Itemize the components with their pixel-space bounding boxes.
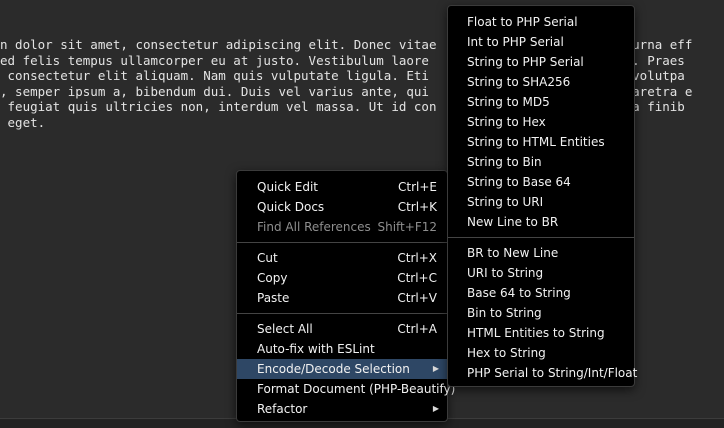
submenu-item-string-to-bin[interactable]: String to Bin [448,152,634,172]
menu-item-cut[interactable]: Cut Ctrl+X [237,248,447,268]
menu-item-shortcut: Ctrl+X [397,251,437,265]
submenu-item-php-serial-to-string[interactable]: PHP Serial to String/Int/Float [448,363,638,383]
submenu-item-br-to-new-line[interactable]: BR to New Line [448,243,634,263]
submenu-item-label: Bin to String [467,306,542,320]
menu-item-shortcut: Ctrl+E [398,180,437,194]
menu-item-label: Select All [257,322,313,336]
submenu-item-uri-to-string[interactable]: URI to String [448,263,634,283]
submenu-item-float-to-php-serial[interactable]: Float to PHP Serial [448,12,634,32]
menu-item-copy[interactable]: Copy Ctrl+C [237,268,447,288]
menu-item-label: Refactor [257,402,308,416]
submenu-item-new-line-to-br[interactable]: New Line to BR [448,212,634,232]
submenu-item-label: String to MD5 [467,95,550,109]
submenu-item-hex-to-string[interactable]: Hex to String [448,343,634,363]
menu-item-label: Quick Edit [257,180,318,194]
context-menu: Quick Edit Ctrl+E Quick Docs Ctrl+K Find… [236,170,455,422]
submenu-item-label: New Line to BR [467,215,559,229]
menu-item-label: Encode/Decode Selection [257,362,410,376]
menu-item-shortcut: Ctrl+K [397,200,437,214]
submenu-item-int-to-php-serial[interactable]: Int to PHP Serial [448,32,634,52]
menu-item-label: Find All References [257,220,371,234]
submenu-item-string-to-html-entities[interactable]: String to HTML Entities [448,132,634,152]
submenu-item-label: String to Bin [467,155,542,169]
submenu-item-label: String to Hex [467,115,546,129]
menu-item-label: Auto-fix with ESLint [257,342,375,356]
menu-item-encode-decode-selection[interactable]: Encode/Decode Selection ▶ [237,359,447,379]
submenu-item-bin-to-string[interactable]: Bin to String [448,303,634,323]
menu-item-find-all-references: Find All References Shift+F12 [237,217,447,237]
submenu-item-string-to-sha256[interactable]: String to SHA256 [448,72,634,92]
submenu-item-label: String to SHA256 [467,75,571,89]
encode-decode-submenu: Float to PHP Serial Int to PHP Serial St… [447,5,638,387]
menu-item-label: Copy [257,271,288,285]
submenu-item-string-to-hex[interactable]: String to Hex [448,112,634,132]
submenu-item-label: String to URI [467,195,544,209]
menu-separator [448,237,634,238]
menu-item-refactor[interactable]: Refactor ▶ [237,399,447,419]
menu-separator [237,313,447,314]
submenu-item-label: String to PHP Serial [467,55,584,69]
submenu-item-label: String to HTML Entities [467,135,605,149]
submenu-item-label: URI to String [467,266,544,280]
menu-separator [237,242,447,243]
menu-item-label: Cut [257,251,278,265]
submenu-item-label: PHP Serial to String/Int/Float [467,366,638,380]
menu-item-shortcut: Ctrl+A [397,322,437,336]
submenu-item-string-to-md5[interactable]: String to MD5 [448,92,634,112]
submenu-item-string-to-base64[interactable]: String to Base 64 [448,172,634,192]
submenu-item-label: Hex to String [467,346,546,360]
submenu-item-label: BR to New Line [467,246,559,260]
submenu-item-label: String to Base 64 [467,175,571,189]
submenu-arrow-icon: ▶ [432,364,439,373]
menu-item-shortcut: Ctrl+C [397,271,437,285]
submenu-item-label: Base 64 to String [467,286,571,300]
menu-item-quick-edit[interactable]: Quick Edit Ctrl+E [237,177,447,197]
menu-item-label: Paste [257,291,290,305]
menu-item-quick-docs[interactable]: Quick Docs Ctrl+K [237,197,447,217]
menu-item-select-all[interactable]: Select All Ctrl+A [237,319,447,339]
menu-item-format-document[interactable]: Format Document (PHP-Beautify) [237,379,455,399]
submenu-item-label: HTML Entities to String [467,326,605,340]
menu-item-shortcut: Ctrl+V [397,291,437,305]
submenu-arrow-icon: ▶ [432,404,439,413]
submenu-item-string-to-uri[interactable]: String to URI [448,192,634,212]
menu-item-label: Quick Docs [257,200,325,214]
menu-item-paste[interactable]: Paste Ctrl+V [237,288,447,308]
menu-item-label: Format Document (PHP-Beautify) [257,382,456,396]
submenu-item-label: Float to PHP Serial [467,15,578,29]
submenu-item-label: Int to PHP Serial [467,35,564,49]
submenu-item-string-to-php-serial[interactable]: String to PHP Serial [448,52,634,72]
menu-item-autofix-eslint[interactable]: Auto-fix with ESLint [237,339,447,359]
submenu-item-html-entities-to-string[interactable]: HTML Entities to String [448,323,634,343]
submenu-item-base64-to-string[interactable]: Base 64 to String [448,283,634,303]
menu-item-shortcut: Shift+F12 [377,220,437,234]
